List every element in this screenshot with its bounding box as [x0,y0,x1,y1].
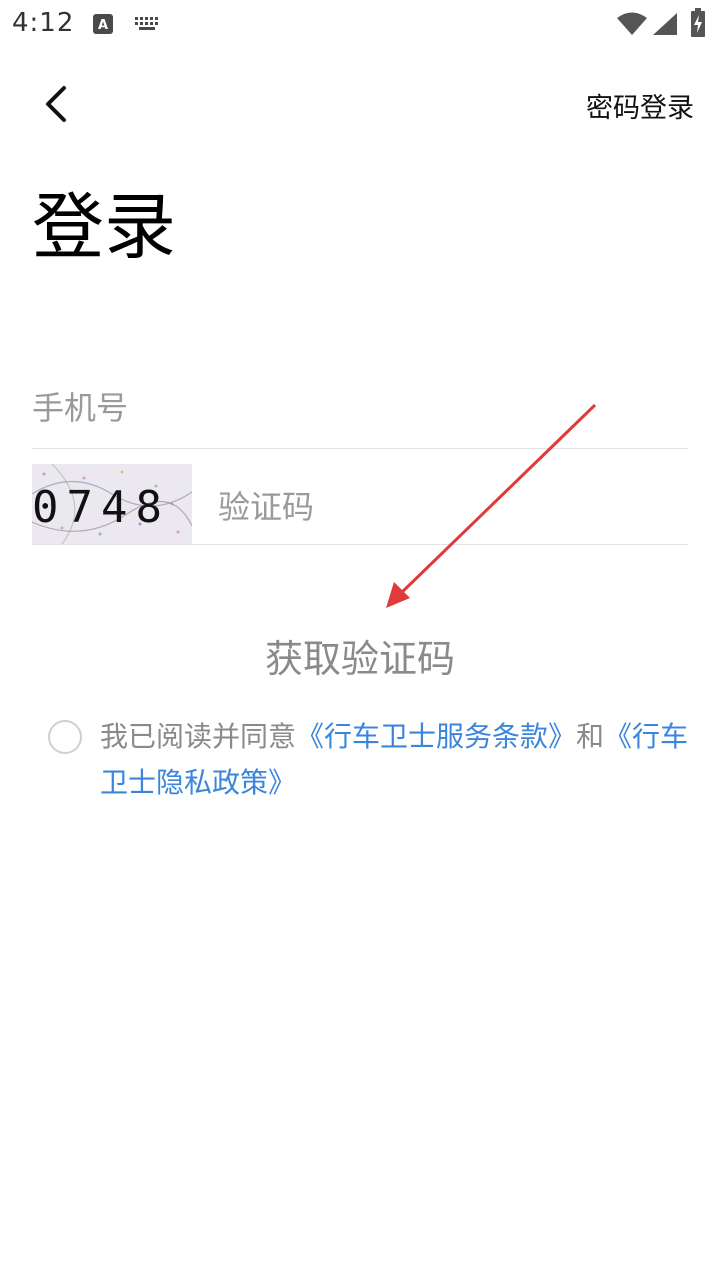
status-time: 4:12 [12,8,75,38]
agreement-text: 我已阅读并同意《行车卫士服务条款》和《行车卫士隐私政策》 [100,714,700,806]
agreement-prefix: 我已阅读并同意 [100,720,297,753]
get-code-button[interactable]: 获取验证码 [0,628,720,683]
captcha-text: 0748 [32,482,170,533]
annotation-arrow [386,403,597,608]
keyboard-icon [135,17,158,30]
battery-charging-icon [691,8,705,37]
status-bar: 4:12 A [0,0,720,50]
agreement-and: 和 [576,720,605,753]
agree-radio[interactable] [48,720,82,754]
svg-text:A: A [98,18,108,33]
page-title: 登录 [32,185,177,269]
back-button[interactable] [30,78,82,130]
cell-signal-icon [653,13,677,35]
wifi-icon [617,12,647,35]
a-notification-icon: A [93,14,113,34]
chevron-left-icon [46,86,66,122]
password-login-link[interactable]: 密码登录 [586,86,694,125]
terms-link[interactable]: 《行车卫士服务条款》 [296,720,576,753]
captcha-image[interactable]: 0748 [32,464,192,544]
